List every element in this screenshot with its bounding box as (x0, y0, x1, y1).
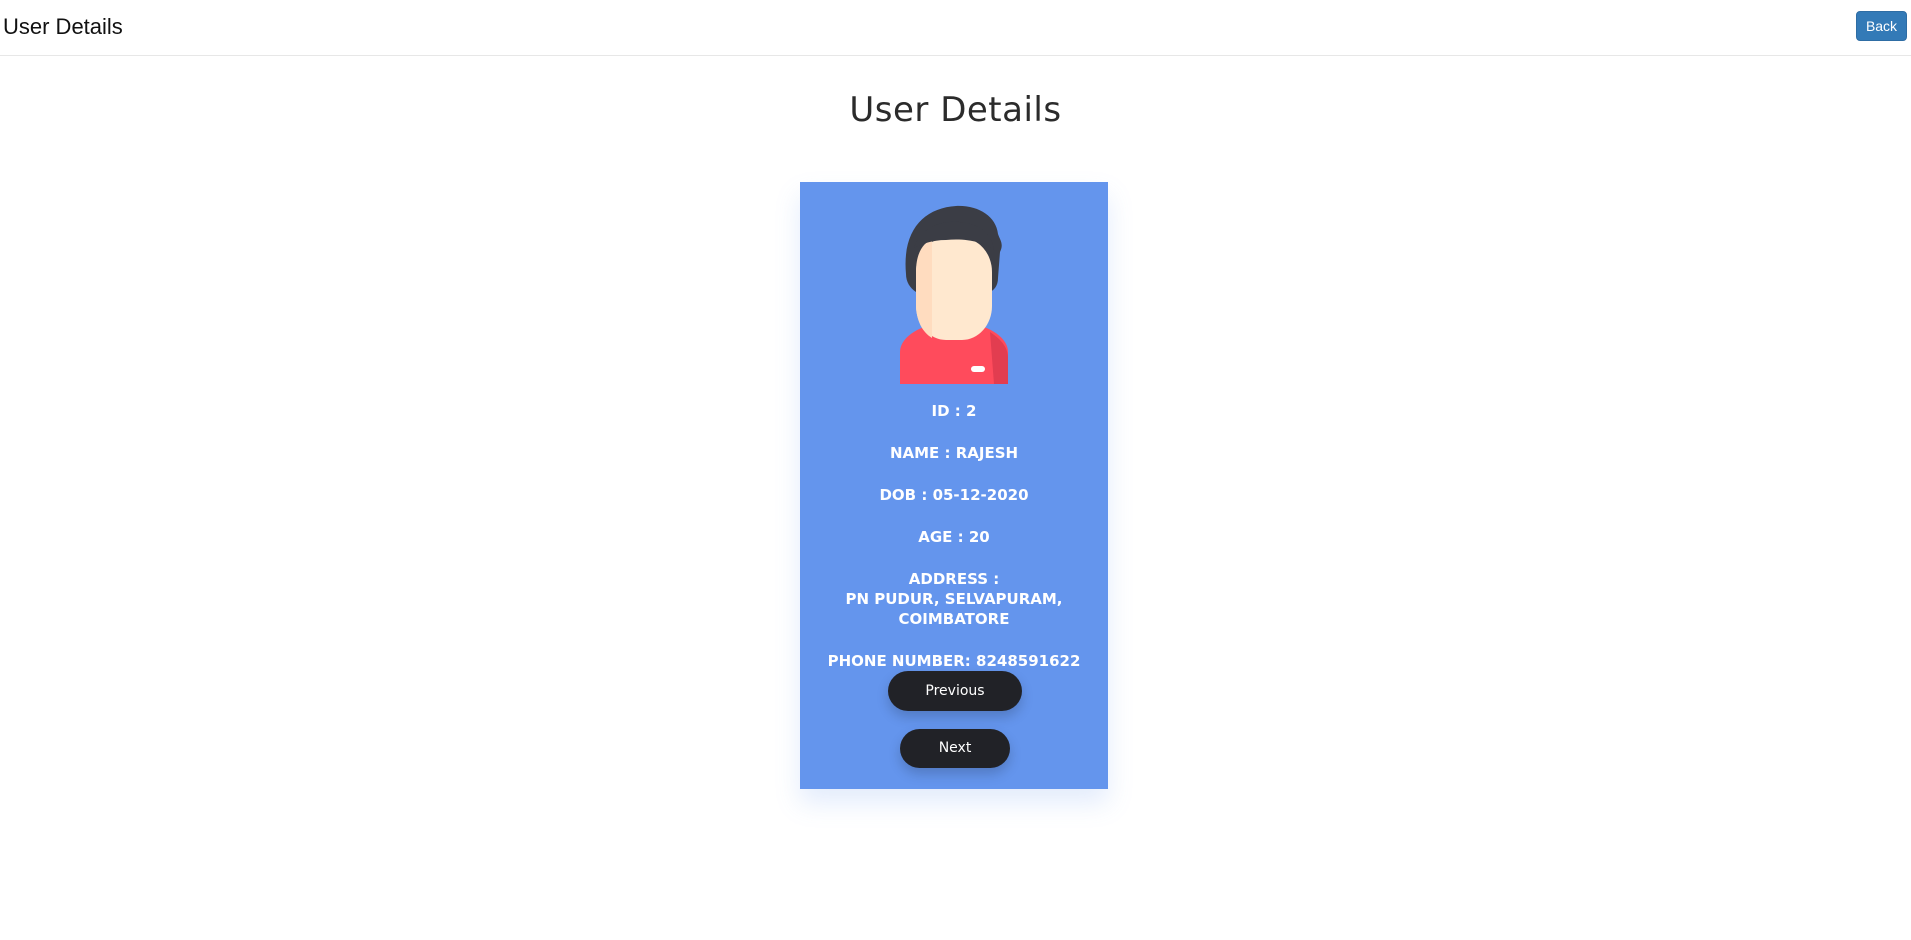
user-id: ID : 2 (931, 402, 977, 420)
user-address-label: ADDRESS : (908, 570, 1000, 588)
user-avatar-icon (900, 205, 1008, 384)
navbar-title: User Details (3, 14, 123, 39)
user-phone: PHONE NUMBER: 8248591622 (827, 652, 1081, 670)
next-button[interactable]: Next (900, 729, 1010, 768)
user-name: NAME : RAJESH (889, 444, 1019, 462)
user-age: AGE : 20 (918, 528, 990, 546)
user-card: ID : 2 NAME : RAJESH DOB : 05-12-2020 AG… (800, 182, 1108, 789)
page-title: User Details (849, 90, 1062, 130)
back-button[interactable]: Back (1856, 11, 1907, 41)
user-dob: DOB : 05-12-2020 (879, 486, 1029, 504)
top-navbar: User Details Back (0, 0, 1911, 56)
user-address-line-2: COIMBATORE (898, 610, 1010, 628)
previous-button[interactable]: Previous (888, 671, 1022, 711)
user-address-line-1: PN PUDUR, SELVAPURAM, (845, 590, 1063, 608)
